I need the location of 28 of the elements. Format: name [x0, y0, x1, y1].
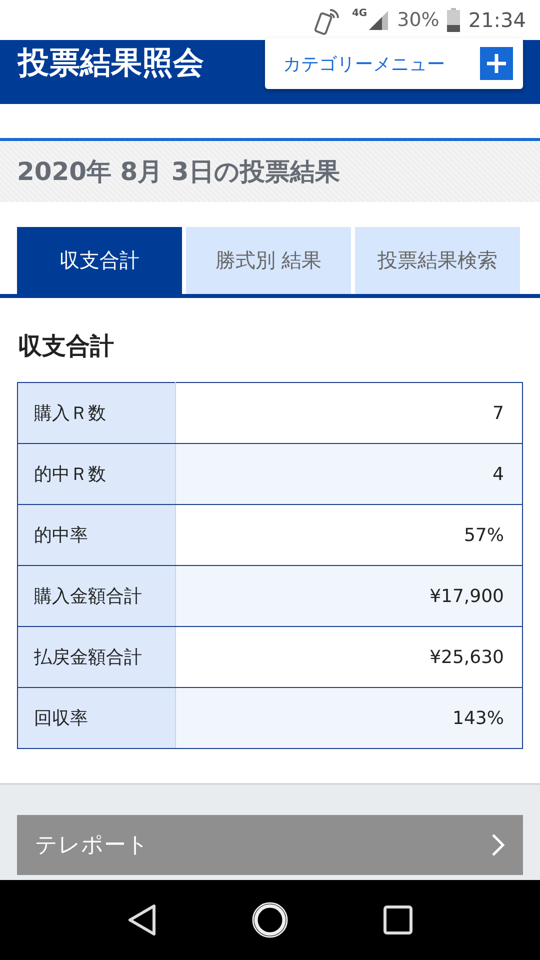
signal-icon: [367, 9, 390, 31]
recents-icon[interactable]: [383, 905, 413, 935]
link-button[interactable]: テレポート: [17, 815, 523, 875]
row-value: 143%: [176, 688, 522, 748]
chevron-icon: [491, 833, 505, 857]
clock: 21:34: [468, 8, 526, 32]
home-icon[interactable]: [251, 901, 289, 939]
row-label: 購入Ｒ数: [18, 382, 176, 444]
page-title: 投票結果照会: [18, 44, 204, 83]
row-label: 回収率: [18, 688, 176, 748]
battery-percent: 30%: [397, 9, 440, 31]
row-label: 的中Ｒ数: [18, 444, 176, 504]
network-type: 4G: [352, 8, 368, 19]
date-heading: 2020年 8月 3日の投票結果: [17, 156, 340, 188]
battery-icon: [447, 8, 460, 32]
category-menu-button[interactable]: カテゴリーメニュー: [265, 38, 523, 89]
section-title: 収支合計: [17, 331, 115, 362]
row-value: ¥17,900: [176, 566, 522, 626]
tab[interactable]: 投票結果検索: [355, 227, 520, 294]
back-icon[interactable]: [127, 904, 157, 936]
row-label: 購入金額合計: [18, 566, 176, 626]
plus-icon: [480, 47, 513, 80]
row-label: 払戻金額合計: [18, 626, 176, 688]
row-value: 7: [176, 382, 522, 444]
tab[interactable]: 勝式別 結果: [186, 227, 351, 294]
row-value: 4: [176, 444, 522, 504]
row-label: 的中率: [18, 504, 176, 566]
tab[interactable]: 収支合計: [17, 227, 182, 294]
